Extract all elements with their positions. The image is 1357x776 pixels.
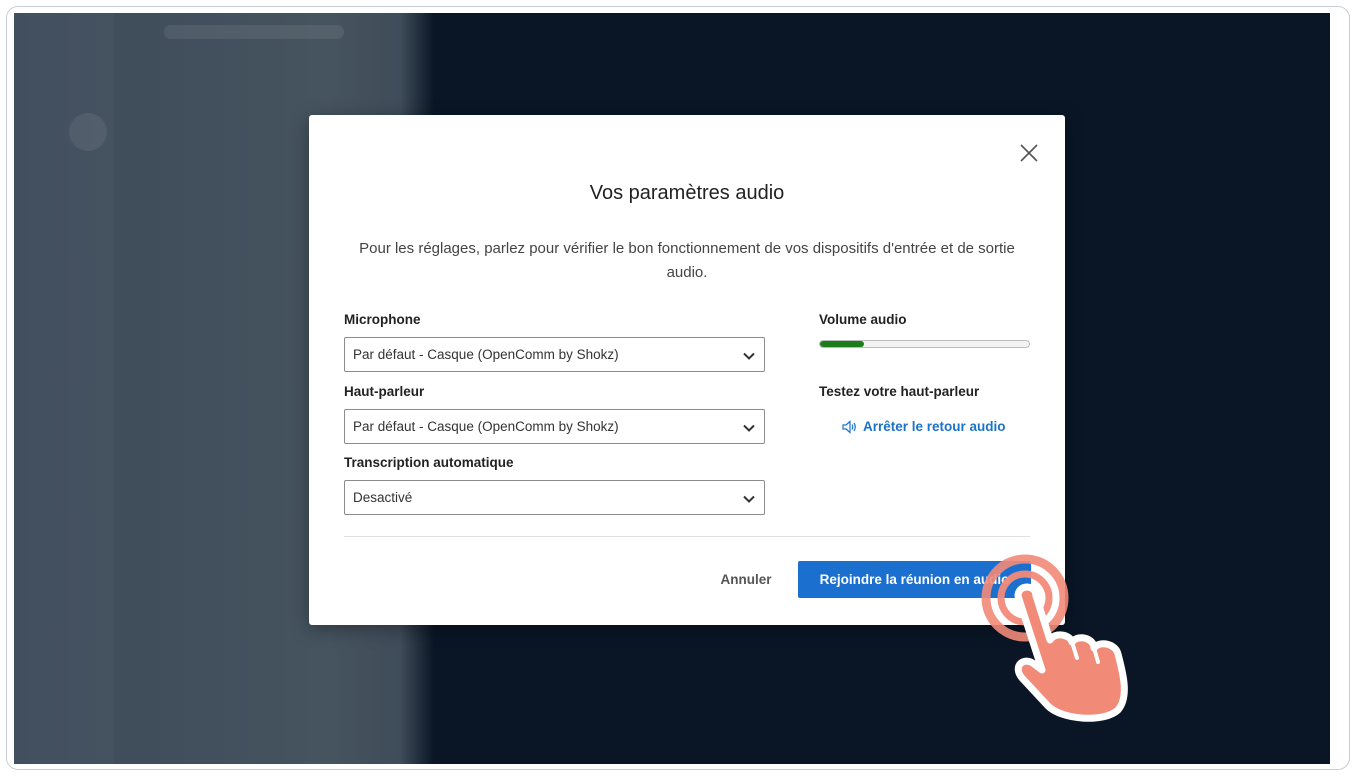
microphone-select[interactable]: Par défaut - Casque (OpenComm by Shokz) bbox=[344, 337, 765, 372]
cancel-button[interactable]: Annuler bbox=[709, 561, 783, 597]
speaker-select-value: Par défaut - Casque (OpenComm by Shokz) bbox=[353, 419, 619, 434]
chevron-down-icon bbox=[743, 352, 755, 360]
speaker-test-label: Testez votre haut-parleur bbox=[819, 384, 980, 399]
chevron-down-icon bbox=[743, 495, 755, 503]
speaker-icon bbox=[842, 419, 856, 434]
dialog-title: Vos paramètres audio bbox=[589, 182, 785, 204]
chevron-down-icon bbox=[743, 424, 755, 432]
transcription-select-value: Desactivé bbox=[353, 490, 413, 505]
volume-meter bbox=[819, 340, 1030, 348]
blurred-header bbox=[164, 25, 344, 39]
close-icon bbox=[1020, 144, 1038, 162]
stop-audio-feedback-label: Arrêter le retour audio bbox=[863, 419, 1006, 434]
speaker-select[interactable]: Par défaut - Casque (OpenComm by Shokz) bbox=[344, 409, 765, 444]
close-button[interactable] bbox=[1017, 141, 1041, 165]
stop-audio-feedback-link[interactable]: Arrêter le retour audio bbox=[842, 419, 1006, 434]
volume-meter-fill bbox=[820, 341, 864, 347]
volume-label: Volume audio bbox=[819, 312, 907, 327]
dialog-description: Pour les réglages, parlez pour vérifier … bbox=[359, 240, 1015, 281]
pointing-hand-icon bbox=[981, 554, 1128, 722]
blurred-avatar bbox=[69, 113, 107, 151]
dialog-divider bbox=[344, 536, 1030, 537]
transcription-label: Transcription automatique bbox=[344, 455, 514, 470]
audio-settings-dialog: Vos paramètres audio Pour les réglages, … bbox=[309, 115, 1065, 625]
microphone-select-value: Par défaut - Casque (OpenComm by Shokz) bbox=[353, 347, 619, 362]
transcription-select[interactable]: Desactivé bbox=[344, 480, 765, 515]
speaker-label: Haut-parleur bbox=[344, 384, 425, 399]
microphone-label: Microphone bbox=[344, 312, 421, 327]
